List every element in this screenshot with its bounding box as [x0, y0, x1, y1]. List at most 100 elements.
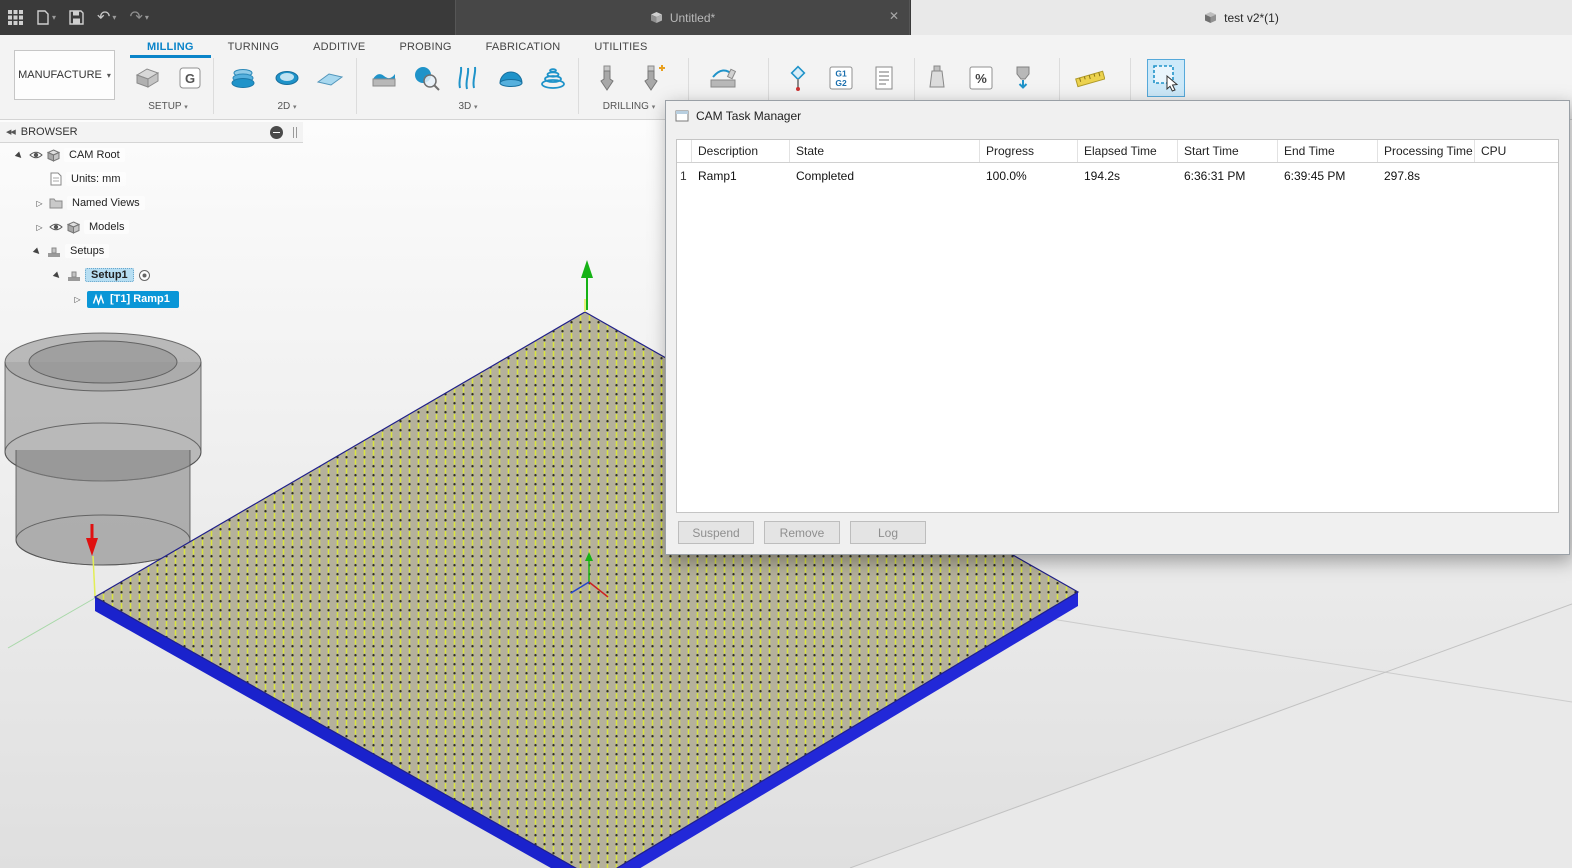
col-state[interactable]: State	[790, 140, 980, 162]
collapse-panel-icon[interactable]: ◀◀	[6, 128, 16, 136]
2d-pocket-button[interactable]	[268, 59, 306, 97]
ramp-button[interactable]	[534, 59, 572, 97]
scallop-button[interactable]	[492, 59, 530, 97]
tree-item-setups[interactable]: ▶ Setups	[0, 239, 303, 263]
app-grid-icon[interactable]	[8, 10, 23, 25]
drill-icon	[600, 65, 614, 91]
visibility-eye-icon[interactable]	[49, 221, 63, 233]
face-button[interactable]	[311, 59, 349, 97]
tree-item-ramp1[interactable]: ▷ [T1] Ramp1	[0, 287, 303, 311]
tab-probing[interactable]: PROBING	[382, 37, 468, 58]
expander-icon[interactable]: ▷	[34, 199, 45, 208]
document-tab-title: Untitled*	[669, 10, 716, 25]
tab-turning[interactable]: TURNING	[211, 37, 297, 58]
nc-program-button[interactable]	[865, 59, 903, 97]
task-row[interactable]: 1 Ramp1 Completed 100.0% 194.2s 6:36:31 …	[677, 163, 1558, 189]
svg-text:G1: G1	[835, 69, 847, 79]
group-label-2d[interactable]: 2D ▾	[277, 101, 296, 112]
workspace-selector[interactable]: MANUFACTURE ▾	[14, 50, 115, 100]
manual-nc-button[interactable]: G1 G2	[822, 59, 860, 97]
tree-item-setup1[interactable]: ▶ Setup1	[0, 263, 303, 287]
col-start-time[interactable]: Start Time	[1178, 140, 1278, 162]
col-end-time[interactable]: End Time	[1278, 140, 1378, 162]
drill-add-button[interactable]	[633, 59, 671, 97]
cylinder-model[interactable]	[4, 332, 202, 566]
component-cube-icon	[47, 148, 60, 162]
visibility-eye-icon[interactable]	[29, 149, 43, 161]
tab-milling[interactable]: MILLING	[130, 37, 211, 58]
caret-down-icon: ▾	[293, 104, 297, 111]
tab-fabrication[interactable]: FABRICATION	[469, 37, 578, 58]
active-setup-radio-icon[interactable]	[138, 269, 151, 282]
parallel-button[interactable]	[449, 59, 487, 97]
group-separator	[578, 58, 579, 114]
expander-icon[interactable]: ▶	[30, 244, 44, 258]
expander-icon[interactable]: ▶	[12, 148, 26, 162]
cell-rownum: 1	[680, 169, 687, 183]
tree-item-units[interactable]: Units: mm	[0, 167, 303, 191]
z-axis-arrowhead	[581, 260, 593, 278]
tool-library-button[interactable]	[918, 59, 956, 97]
dialog-titlebar[interactable]: CAM Task Manager	[666, 101, 1569, 131]
post-process-button[interactable]	[1004, 59, 1042, 97]
save-button[interactable]	[69, 10, 84, 25]
cell-start-time: 6:36:31 PM	[1184, 169, 1246, 183]
toolpath-icon	[92, 293, 105, 306]
col-elapsed-time[interactable]: Elapsed Time	[1078, 140, 1178, 162]
col-progress[interactable]: Progress	[980, 140, 1078, 162]
document-tab-untitled[interactable]: Untitled* ✕	[455, 0, 910, 35]
redo-button[interactable]: ↷ ▾	[129, 9, 148, 26]
caret-down-icon: ▾	[112, 13, 117, 22]
component-cube-icon	[67, 220, 80, 234]
group-label-setup[interactable]: SETUP ▾	[148, 101, 187, 112]
multi-axis-button[interactable]	[704, 59, 742, 97]
tree-item-models[interactable]: ▷ Models	[0, 215, 303, 239]
workspace-label: MANUFACTURE	[18, 69, 102, 81]
browser-header: ◀◀ BROWSER	[0, 122, 303, 143]
feeds-speeds-button[interactable]: %	[962, 59, 1000, 97]
col-description[interactable]: Description	[692, 140, 790, 162]
group-separator	[356, 58, 357, 114]
caret-down-icon: ▾	[184, 104, 188, 111]
file-menu-button[interactable]: ▾	[36, 10, 56, 25]
g-code-icon: G	[179, 67, 201, 89]
2d-pocket-icon	[275, 71, 299, 85]
document-tab-testv2[interactable]: test v2*(1)	[911, 0, 1572, 35]
close-tab-icon[interactable]: ✕	[889, 9, 899, 23]
new-setup-button[interactable]	[128, 59, 166, 97]
box-select-button[interactable]	[1147, 59, 1185, 97]
expander-icon[interactable]: ▷	[72, 295, 83, 304]
probe-button[interactable]	[779, 59, 817, 97]
drill-button[interactable]	[588, 59, 626, 97]
tool-library-icon	[929, 65, 945, 88]
col-cpu[interactable]: CPU	[1475, 140, 1558, 162]
dialog-title: CAM Task Manager	[696, 109, 802, 123]
tree-item-named-views[interactable]: ▷ Named Views	[0, 191, 303, 215]
post-process-icon	[1016, 66, 1030, 89]
2d-adaptive-button[interactable]	[224, 59, 262, 97]
panel-drag-handle[interactable]	[293, 126, 297, 138]
task-table[interactable]: Description State Progress Elapsed Time …	[676, 139, 1559, 513]
undo-button[interactable]: ↶ ▾	[97, 9, 117, 26]
tab-utilities[interactable]: UTILITIES	[577, 37, 664, 58]
expander-icon[interactable]: ▷	[34, 223, 45, 232]
cell-processing-time: 297.8s	[1384, 169, 1421, 183]
group-label-drilling[interactable]: DRILLING ▾	[603, 101, 655, 112]
3d-pocket-icon	[415, 67, 440, 91]
3d-adaptive-button[interactable]	[365, 59, 403, 97]
expander-icon[interactable]: ▶	[50, 268, 64, 282]
measure-button[interactable]	[1071, 59, 1109, 97]
3d-pocket-button[interactable]	[407, 59, 445, 97]
col-processing-time[interactable]: Processing Time	[1378, 140, 1475, 162]
tree-item-cam-root[interactable]: ▶ CAM Root	[0, 143, 303, 167]
log-button[interactable]: Log	[850, 521, 926, 544]
operation-ramp1[interactable]: [T1] Ramp1	[87, 290, 179, 308]
tree-label: Models	[84, 220, 130, 234]
remove-button[interactable]: Remove	[764, 521, 840, 544]
suspend-button[interactable]: Suspend	[678, 521, 754, 544]
minimize-panel-icon[interactable]	[270, 125, 283, 139]
tab-additive[interactable]: ADDITIVE	[296, 37, 382, 58]
group-label-3d[interactable]: 3D ▾	[458, 101, 477, 112]
cam-task-manager-dialog[interactable]: CAM Task Manager Description State Progr…	[665, 100, 1570, 555]
gcode-setup-button[interactable]: G	[171, 59, 209, 97]
